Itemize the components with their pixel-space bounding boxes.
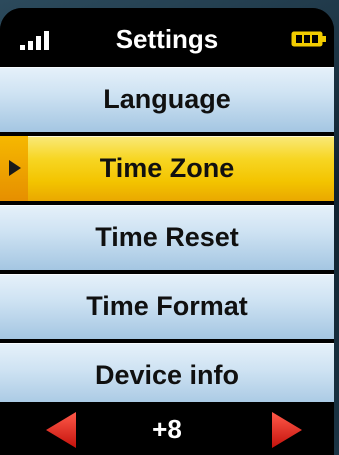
battery-icon xyxy=(291,31,326,47)
menu-item-label: Time Reset xyxy=(95,222,239,252)
play-arrow-icon xyxy=(9,160,21,176)
menu-item-time-zone[interactable]: Time Zone xyxy=(0,136,334,201)
menu-item-language[interactable]: Language xyxy=(0,67,334,132)
selection-indicator xyxy=(0,136,28,201)
menu-item-label: Device info xyxy=(94,360,240,390)
menu-item-label: Time Zone xyxy=(99,153,235,183)
menu-item-label: Time Format xyxy=(86,291,248,321)
menu-item-time-format[interactable]: Time Format xyxy=(0,274,334,339)
settings-menu: Language Time Zone Time Reset Time Forma… xyxy=(0,67,334,409)
status-bar: Settings xyxy=(0,8,334,67)
menu-item-time-reset[interactable]: Time Reset xyxy=(0,205,334,270)
bottom-bar: +8 xyxy=(0,402,334,455)
right-arrow-icon[interactable] xyxy=(272,412,302,448)
menu-item-label: Language xyxy=(103,84,231,114)
device-screen: Settings Language Time Zone Time Reset T… xyxy=(0,8,334,455)
page-title: Settings xyxy=(115,24,219,54)
menu-item-device-info[interactable]: Device info xyxy=(0,343,334,409)
